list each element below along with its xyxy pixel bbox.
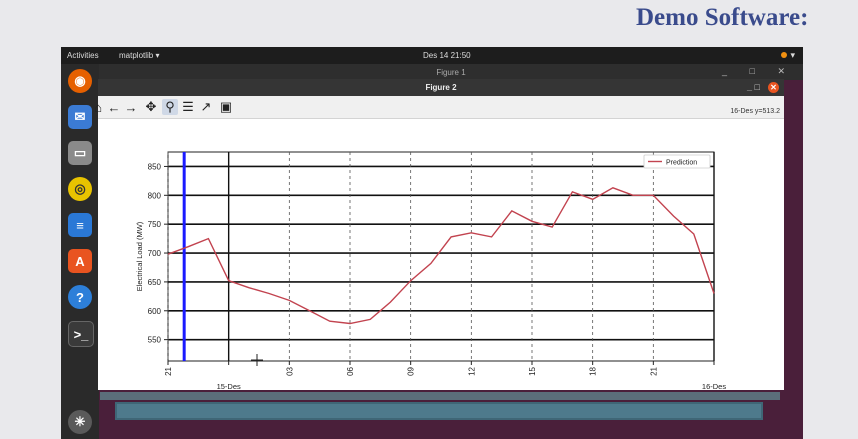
x-tick-label: 15 xyxy=(528,366,537,375)
y-tick-label: 800 xyxy=(148,191,162,200)
x-tick-label: 06 xyxy=(346,366,355,375)
edit-axis-icon[interactable]: ↗ xyxy=(198,99,214,115)
figure-1-titlebar[interactable]: Figure 1 _ □ ✕ xyxy=(99,64,803,80)
y-axis-label: Electrical Load (MW) xyxy=(135,221,144,291)
figure-2-title: Figure 2 xyxy=(425,83,457,92)
rhythmbox-icon[interactable]: ◎ xyxy=(68,177,92,201)
figure-canvas[interactable]: 550 600 650 700 750 800 850 21 15-Des 03 06 09 12 15 1… xyxy=(98,119,784,391)
activities-button[interactable]: Activities xyxy=(67,51,99,60)
home-icon[interactable]: ⌂ xyxy=(90,99,106,115)
figure-2-titlebar[interactable]: Figure 2 _ □ ✕ xyxy=(98,79,784,96)
help-icon[interactable]: ? xyxy=(68,285,92,309)
writer-icon[interactable]: ≡ xyxy=(68,213,92,237)
x-tick-label: 09 xyxy=(407,366,416,375)
x-tick-label: 16-Des xyxy=(702,382,726,390)
pan-icon[interactable]: ✥ xyxy=(143,99,159,115)
clock[interactable]: Des 14 21:50 xyxy=(423,51,471,60)
mail-icon[interactable]: ✉ xyxy=(68,105,92,129)
x-tick-label: 21 xyxy=(649,366,658,375)
system-tray[interactable]: ▾ xyxy=(781,50,795,61)
plot-area xyxy=(167,151,715,362)
x-tick-label: 21 xyxy=(164,366,173,375)
update-indicator-icon xyxy=(781,52,788,58)
figure-1-title: Figure 1 xyxy=(436,68,466,77)
zoom-icon[interactable]: ⚲ xyxy=(162,99,178,115)
y-tick-label: 850 xyxy=(148,162,162,171)
background-window-strip xyxy=(115,402,763,420)
x-tick-label: 18 xyxy=(589,366,598,375)
figure-2-min-max[interactable]: _ □ xyxy=(747,82,760,92)
terminal-icon[interactable]: >_ xyxy=(68,321,94,347)
forward-icon[interactable]: → xyxy=(123,99,139,115)
x-tick-label: 03 xyxy=(285,366,294,375)
close-icon[interactable]: ✕ xyxy=(768,82,779,93)
x-tick-label: 15-Des xyxy=(217,382,241,390)
legend-label: Prediction xyxy=(666,160,697,167)
save-icon[interactable]: ▣ xyxy=(218,99,234,115)
firefox-icon[interactable]: ◉ xyxy=(68,69,92,93)
x-tick-label: 12 xyxy=(467,366,476,375)
matplotlib-toolbar: ⌂ ← → ✥ ⚲ ☰ ↗ ▣ 16-Des y=513.2 xyxy=(94,96,784,119)
chart[interactable]: 550 600 650 700 750 800 850 21 15-Des 03 06 09 12 15 1… xyxy=(98,119,784,391)
files-icon[interactable]: ▭ xyxy=(68,141,92,165)
y-tick-label: 650 xyxy=(148,278,162,287)
y-tick-label: 750 xyxy=(148,220,162,229)
figure-1-controls[interactable]: _ □ ✕ xyxy=(722,66,795,77)
configure-subplots-icon[interactable]: ☰ xyxy=(180,99,196,115)
software-center-icon[interactable]: A xyxy=(68,249,92,273)
background-window-edge xyxy=(100,392,780,400)
coordinate-readout: 16-Des y=513.2 xyxy=(730,108,780,115)
y-tick-label: 550 xyxy=(148,336,162,345)
top-bar: Activities matplotlib ▾ Des 14 21:50 ▾ xyxy=(61,47,803,64)
slide-title: Demo Software: xyxy=(636,4,809,31)
y-tick-label: 700 xyxy=(148,249,162,258)
app-menu[interactable]: matplotlib ▾ xyxy=(119,51,159,60)
y-tick-label: 600 xyxy=(148,307,162,316)
show-apps-icon[interactable]: ✳ xyxy=(68,410,92,434)
back-icon[interactable]: ← xyxy=(106,99,122,115)
dock: ◉ ✉ ▭ ◎ ≡ A ? >_ ✳ xyxy=(61,64,99,439)
